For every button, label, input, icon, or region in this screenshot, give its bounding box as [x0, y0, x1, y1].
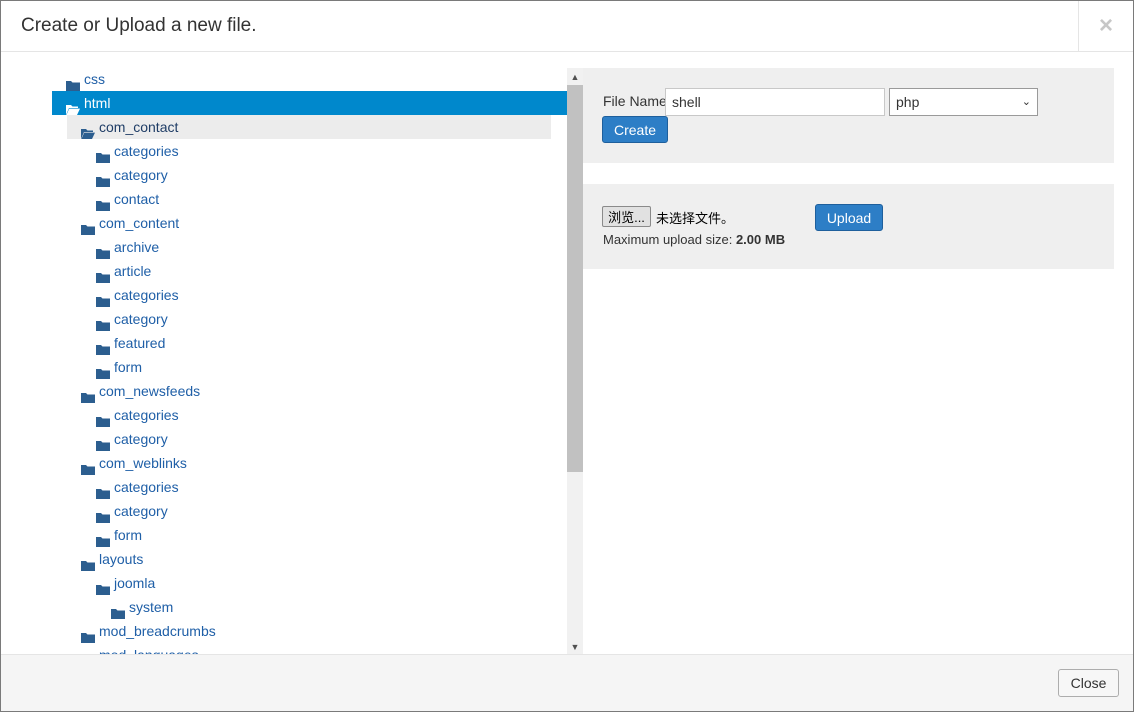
tree-item[interactable]: com_weblinks	[52, 451, 187, 475]
modal-header: Create or Upload a new file. ×	[1, 1, 1133, 52]
scroll-up-icon[interactable]: ▲	[567, 68, 583, 85]
tree-item[interactable]: system	[52, 595, 173, 619]
tree-item-label: html	[84, 95, 111, 111]
folder-icon	[81, 218, 95, 235]
tree-item-label: category	[114, 311, 168, 327]
tree-item[interactable]: archive	[52, 235, 159, 259]
folder-tree: css html com_contact categories category cont…	[52, 66, 567, 654]
create-file-panel: File Name shell php ⌄ Create	[583, 68, 1114, 163]
folder-icon	[96, 146, 110, 163]
tree-item-label: css	[84, 71, 105, 87]
tree-item[interactable]: css	[52, 67, 105, 91]
tree-item-label: form	[114, 359, 142, 375]
tree-item[interactable]: html	[52, 91, 567, 115]
chevron-down-icon: ⌄	[1021, 96, 1031, 108]
tree-item-label: category	[114, 431, 168, 447]
folder-icon	[81, 458, 95, 475]
folder-open-icon	[66, 98, 80, 115]
tree-item-label: category	[114, 503, 168, 519]
tree-item[interactable]: categories	[52, 403, 179, 427]
tree-item[interactable]: article	[52, 259, 151, 283]
file-name-input[interactable]: shell	[665, 88, 885, 116]
tree-item-label: mod_breadcrumbs	[99, 623, 216, 639]
tree-item[interactable]: com_contact	[67, 115, 551, 139]
tree-item[interactable]: joomla	[52, 571, 155, 595]
tree-item[interactable]: category	[52, 163, 168, 187]
tree-item-label: article	[114, 263, 152, 279]
scrollbar-thumb[interactable]	[567, 85, 583, 472]
tree-item-label: contact	[114, 191, 160, 207]
folder-icon	[96, 290, 110, 307]
folder-icon	[96, 410, 110, 427]
tree-item-label: category	[114, 167, 168, 183]
extension-selected-value: php	[896, 94, 920, 110]
tree-item-label: archive	[114, 239, 160, 255]
folder-icon	[81, 386, 95, 403]
folder-icon	[96, 482, 110, 499]
tree-item-label: categories	[114, 407, 179, 423]
tree-item[interactable]: mod_languages	[52, 643, 199, 654]
max-size-value: 2.00 MB	[735, 232, 786, 247]
folder-open-icon	[81, 122, 95, 139]
tree-item[interactable]: mod_breadcrumbs	[52, 619, 216, 643]
folder-icon	[96, 194, 110, 211]
create-button[interactable]: Create	[602, 116, 668, 143]
folder-icon	[96, 170, 110, 187]
modal-title: Create or Upload a new file.	[21, 15, 257, 36]
tree-item[interactable]: form	[52, 523, 142, 547]
tree-item-label: com_contact	[99, 119, 179, 135]
tree-item[interactable]: category	[52, 499, 168, 523]
max-size-label: Maximum upload size:	[603, 232, 733, 247]
folder-icon	[111, 602, 125, 619]
tree-item[interactable]: categories	[52, 475, 179, 499]
tree-item[interactable]: categories	[52, 139, 179, 163]
browse-button[interactable]: 浏览...	[602, 206, 651, 227]
max-upload-size: Maximum upload size: 2.00 MB	[603, 232, 785, 247]
tree-item[interactable]: categories	[52, 283, 179, 307]
folder-icon	[81, 554, 95, 571]
folder-icon	[96, 314, 110, 331]
folder-icon	[96, 362, 110, 379]
create-upload-modal: Create or Upload a new file. × css html co…	[0, 0, 1134, 712]
scroll-down-icon[interactable]: ▼	[567, 638, 583, 655]
extension-select[interactable]: php ⌄	[889, 88, 1038, 116]
tree-item[interactable]: com_content	[52, 211, 179, 235]
folder-icon	[96, 434, 110, 451]
upload-button[interactable]: Upload	[815, 204, 883, 231]
close-button[interactable]: Close	[1058, 669, 1119, 697]
folder-icon	[96, 266, 110, 283]
folder-icon	[96, 506, 110, 523]
tree-item[interactable]: layouts	[52, 547, 143, 571]
folder-icon	[96, 530, 110, 547]
tree-item[interactable]: featured	[52, 331, 165, 355]
tree-item[interactable]: form	[52, 355, 142, 379]
tree-item-label: featured	[114, 335, 166, 351]
folder-icon	[66, 74, 80, 91]
tree-item-label: layouts	[99, 551, 144, 567]
close-icon[interactable]: ×	[1078, 1, 1133, 51]
tree-item-label: mod_languages	[99, 643, 199, 654]
file-name-label: File Name	[603, 93, 667, 109]
tree-item-label: categories	[114, 287, 179, 303]
tree-item-label: com_weblinks	[99, 455, 187, 471]
tree-item-label: categories	[114, 479, 179, 495]
tree-item-label: form	[114, 527, 142, 543]
upload-file-panel: 浏览... 未选择文件。 Upload Maximum upload size:…	[583, 184, 1114, 269]
tree-item[interactable]: contact	[52, 187, 159, 211]
folder-icon	[96, 578, 110, 595]
modal-footer: Close	[1, 654, 1133, 711]
tree-item[interactable]: category	[52, 307, 168, 331]
tree-item-label: categories	[114, 143, 179, 159]
tree-item-label: com_newsfeeds	[99, 383, 201, 399]
tree-item-label: joomla	[114, 575, 156, 591]
folder-icon	[96, 338, 110, 355]
folder-icon	[96, 242, 110, 259]
folder-icon	[81, 626, 95, 643]
tree-scrollbar[interactable]: ▲ ▼	[567, 68, 583, 655]
tree-item-label: system	[129, 599, 174, 615]
tree-item[interactable]: category	[52, 427, 168, 451]
tree-item-label: com_content	[99, 215, 180, 231]
no-file-selected-text: 未选择文件。	[656, 211, 735, 226]
tree-item[interactable]: com_newsfeeds	[52, 379, 200, 403]
